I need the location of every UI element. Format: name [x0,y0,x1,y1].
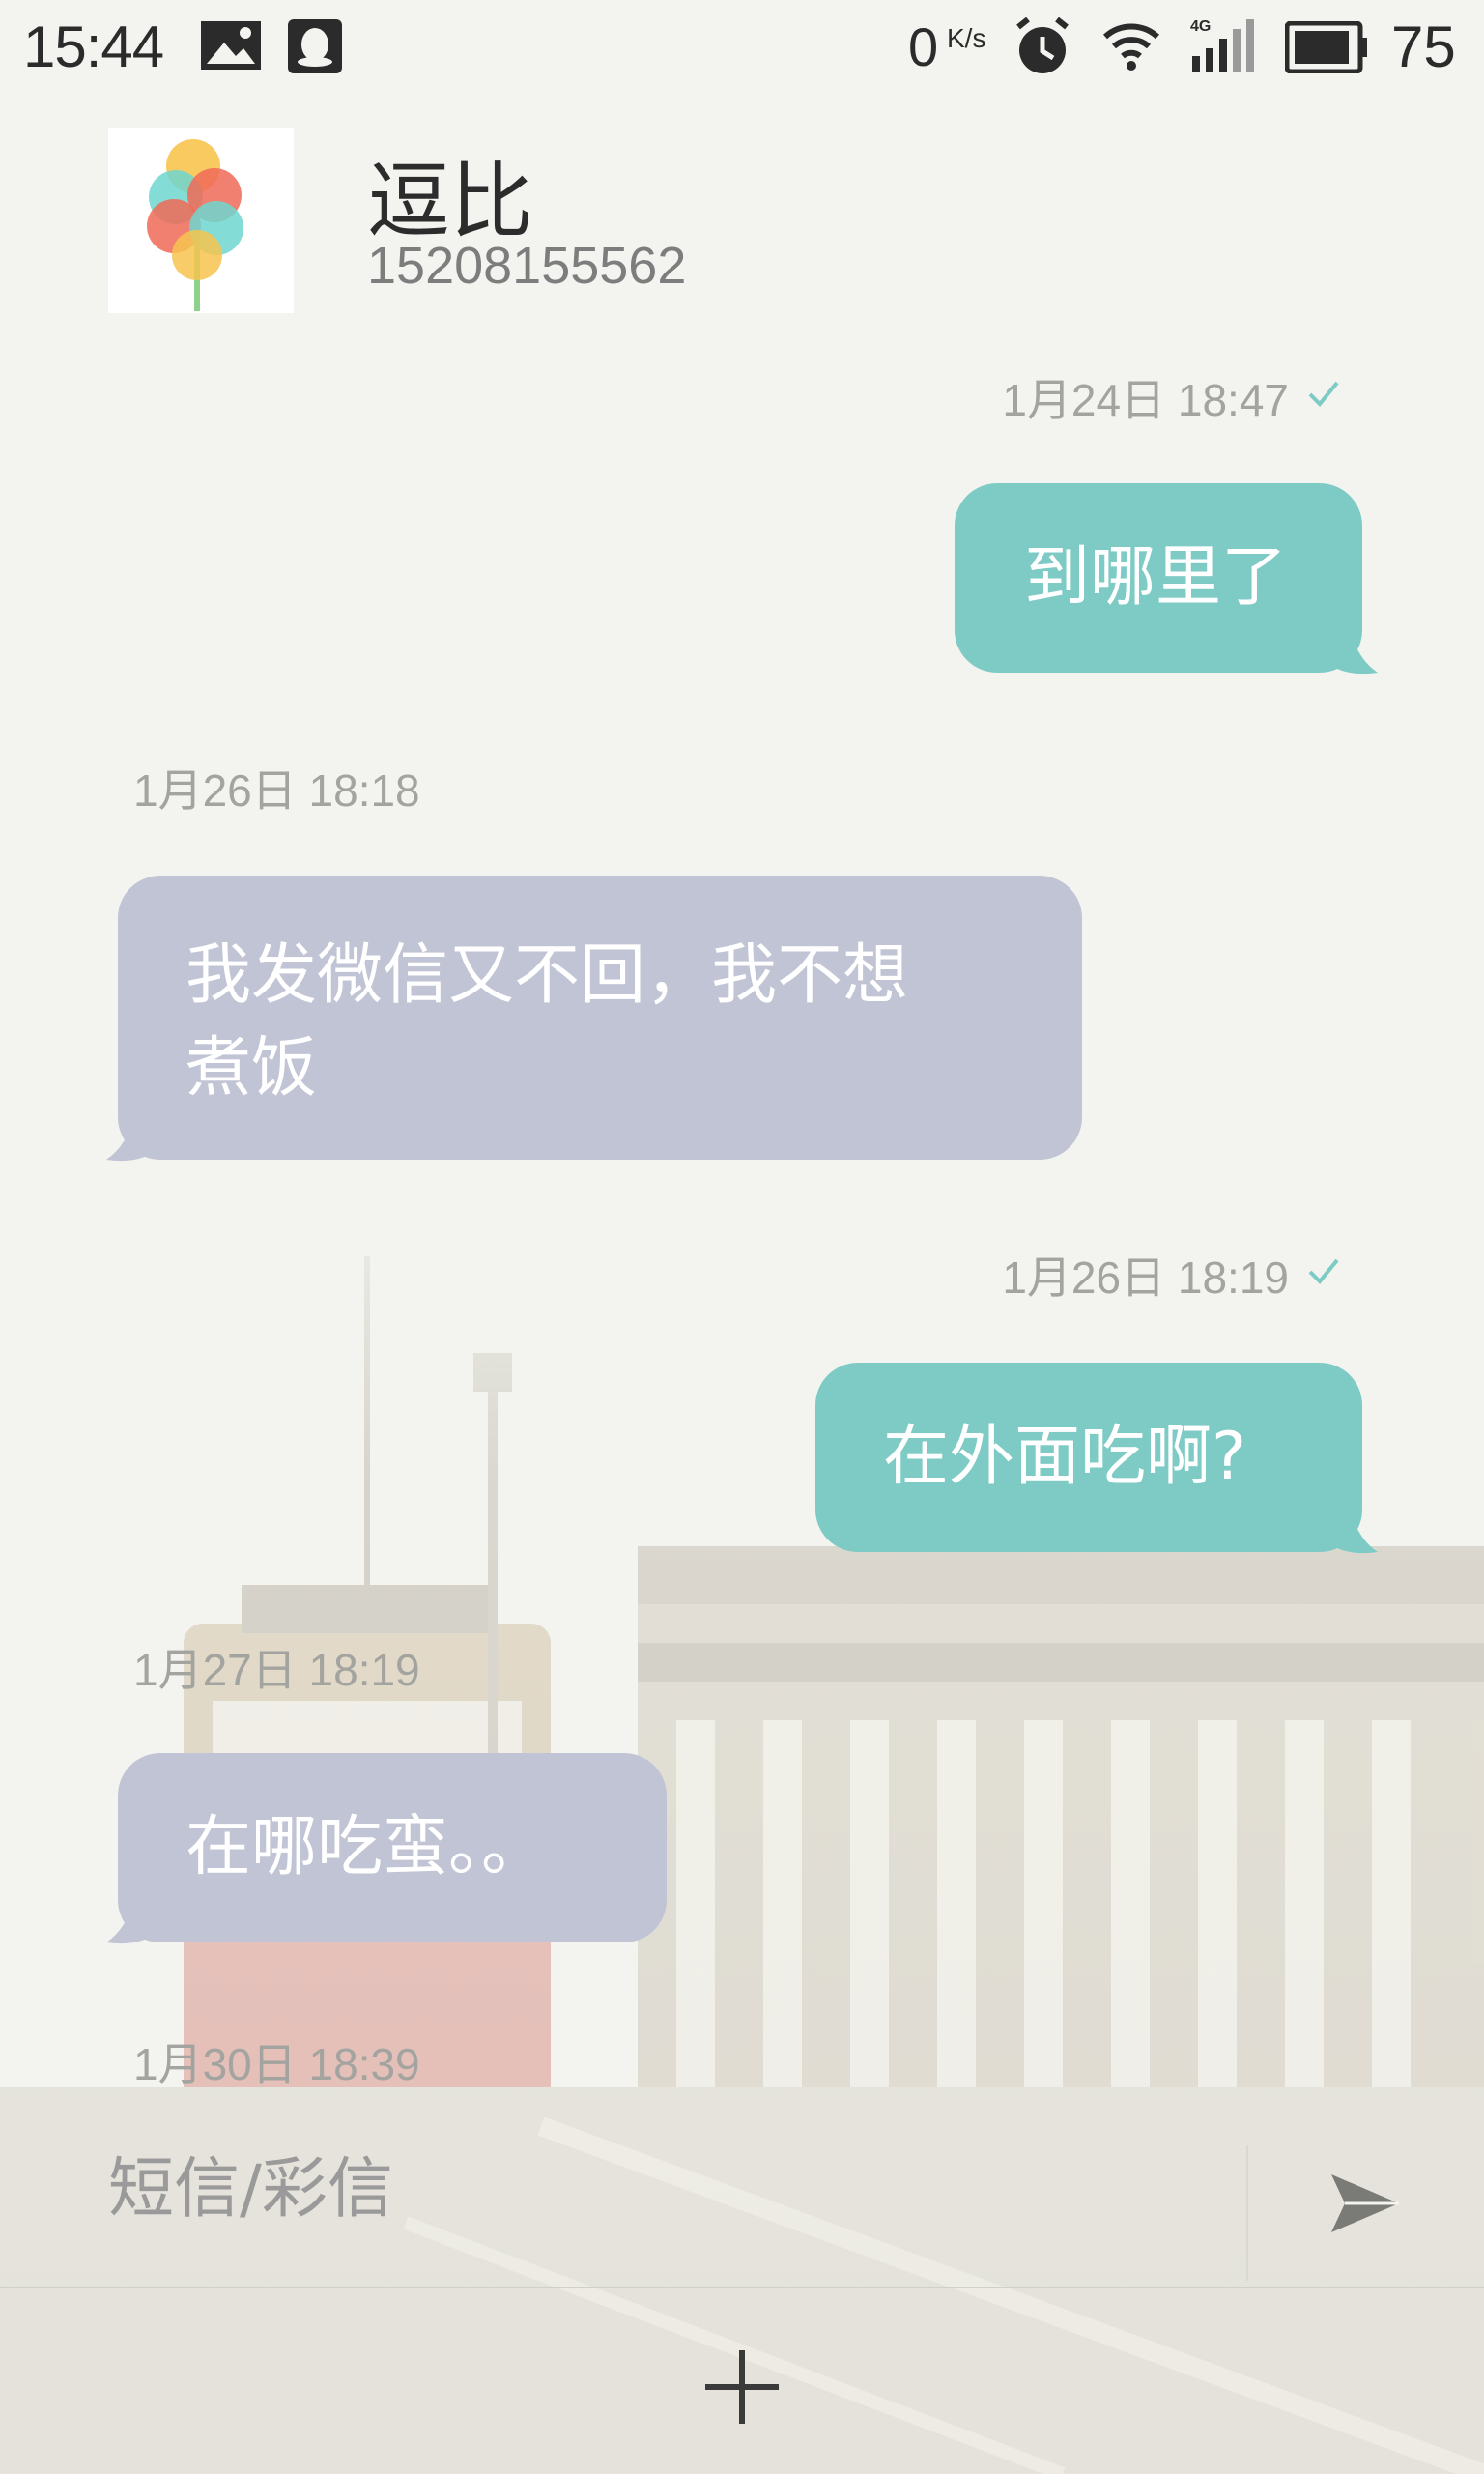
message-composer [0,2107,1484,2281]
add-attachment-icon[interactable] [694,2339,790,2435]
delivered-check-icon [1308,1258,1339,1284]
composer-divider [1246,2145,1248,2281]
bubble-tail [1333,638,1378,675]
signal-icon: 4G [1190,18,1254,72]
bubble-tail [1333,1517,1378,1554]
battery-icon [1285,21,1367,73]
message-timestamp: 1月26日 18:18 [133,765,420,816]
message-text-line: 煮饭 [186,1030,318,1107]
message-text-line: 我发微信又不回，我不想 [186,937,909,1014]
bubble-tail [106,1125,151,1162]
message-text: 在哪吃蛮。。 [186,1809,548,1885]
status-time: 15:44 [23,14,164,79]
message-timestamp: 1月26日 18:19 [1002,1252,1289,1303]
status-bar: 15:44 0 K/s 4G 75 [0,0,1484,97]
message-list[interactable]: 1月24日 18:47 到哪里了 1月26日 18:18 我发微信又不回，我不想… [0,0,1484,2474]
incoming-message-bubble[interactable]: 我发微信又不回，我不想 煮饭 [118,876,1082,1160]
send-icon[interactable] [1314,2155,1411,2252]
outgoing-message-bubble[interactable]: 到哪里了 [955,483,1362,673]
qq-icon [288,19,342,73]
net-speed-value: 0 [908,16,939,77]
contact-avatar[interactable] [108,128,294,313]
conversation-header: 逗比 15208155562 [0,106,1484,338]
net-speed-unit: K/s [947,23,986,53]
message-input[interactable] [108,2136,1219,2242]
outgoing-message-bubble[interactable]: 在外面吃啊? [815,1363,1362,1552]
message-timestamp: 1月24日 18:47 [1002,375,1289,425]
message-text: 到哪里了 [1024,539,1288,616]
wifi-icon [1102,23,1160,71]
message-timestamp: 1月27日 18:19 [133,1645,420,1695]
contact-number: 15208155562 [367,237,687,295]
bottom-divider [0,2287,1484,2288]
svg-text:4G: 4G [1190,18,1211,35]
battery-level: 75 [1391,14,1456,79]
incoming-message-bubble[interactable]: 在哪吃蛮。。 [118,1753,667,1942]
message-text: 在外面吃啊? [883,1419,1247,1495]
bubble-tail [106,1908,151,1944]
delivered-check-icon [1308,381,1339,407]
message-timestamp: 1月30日 18:39 [133,2039,420,2089]
image-icon [201,21,261,70]
alarm-icon [1016,17,1069,73]
